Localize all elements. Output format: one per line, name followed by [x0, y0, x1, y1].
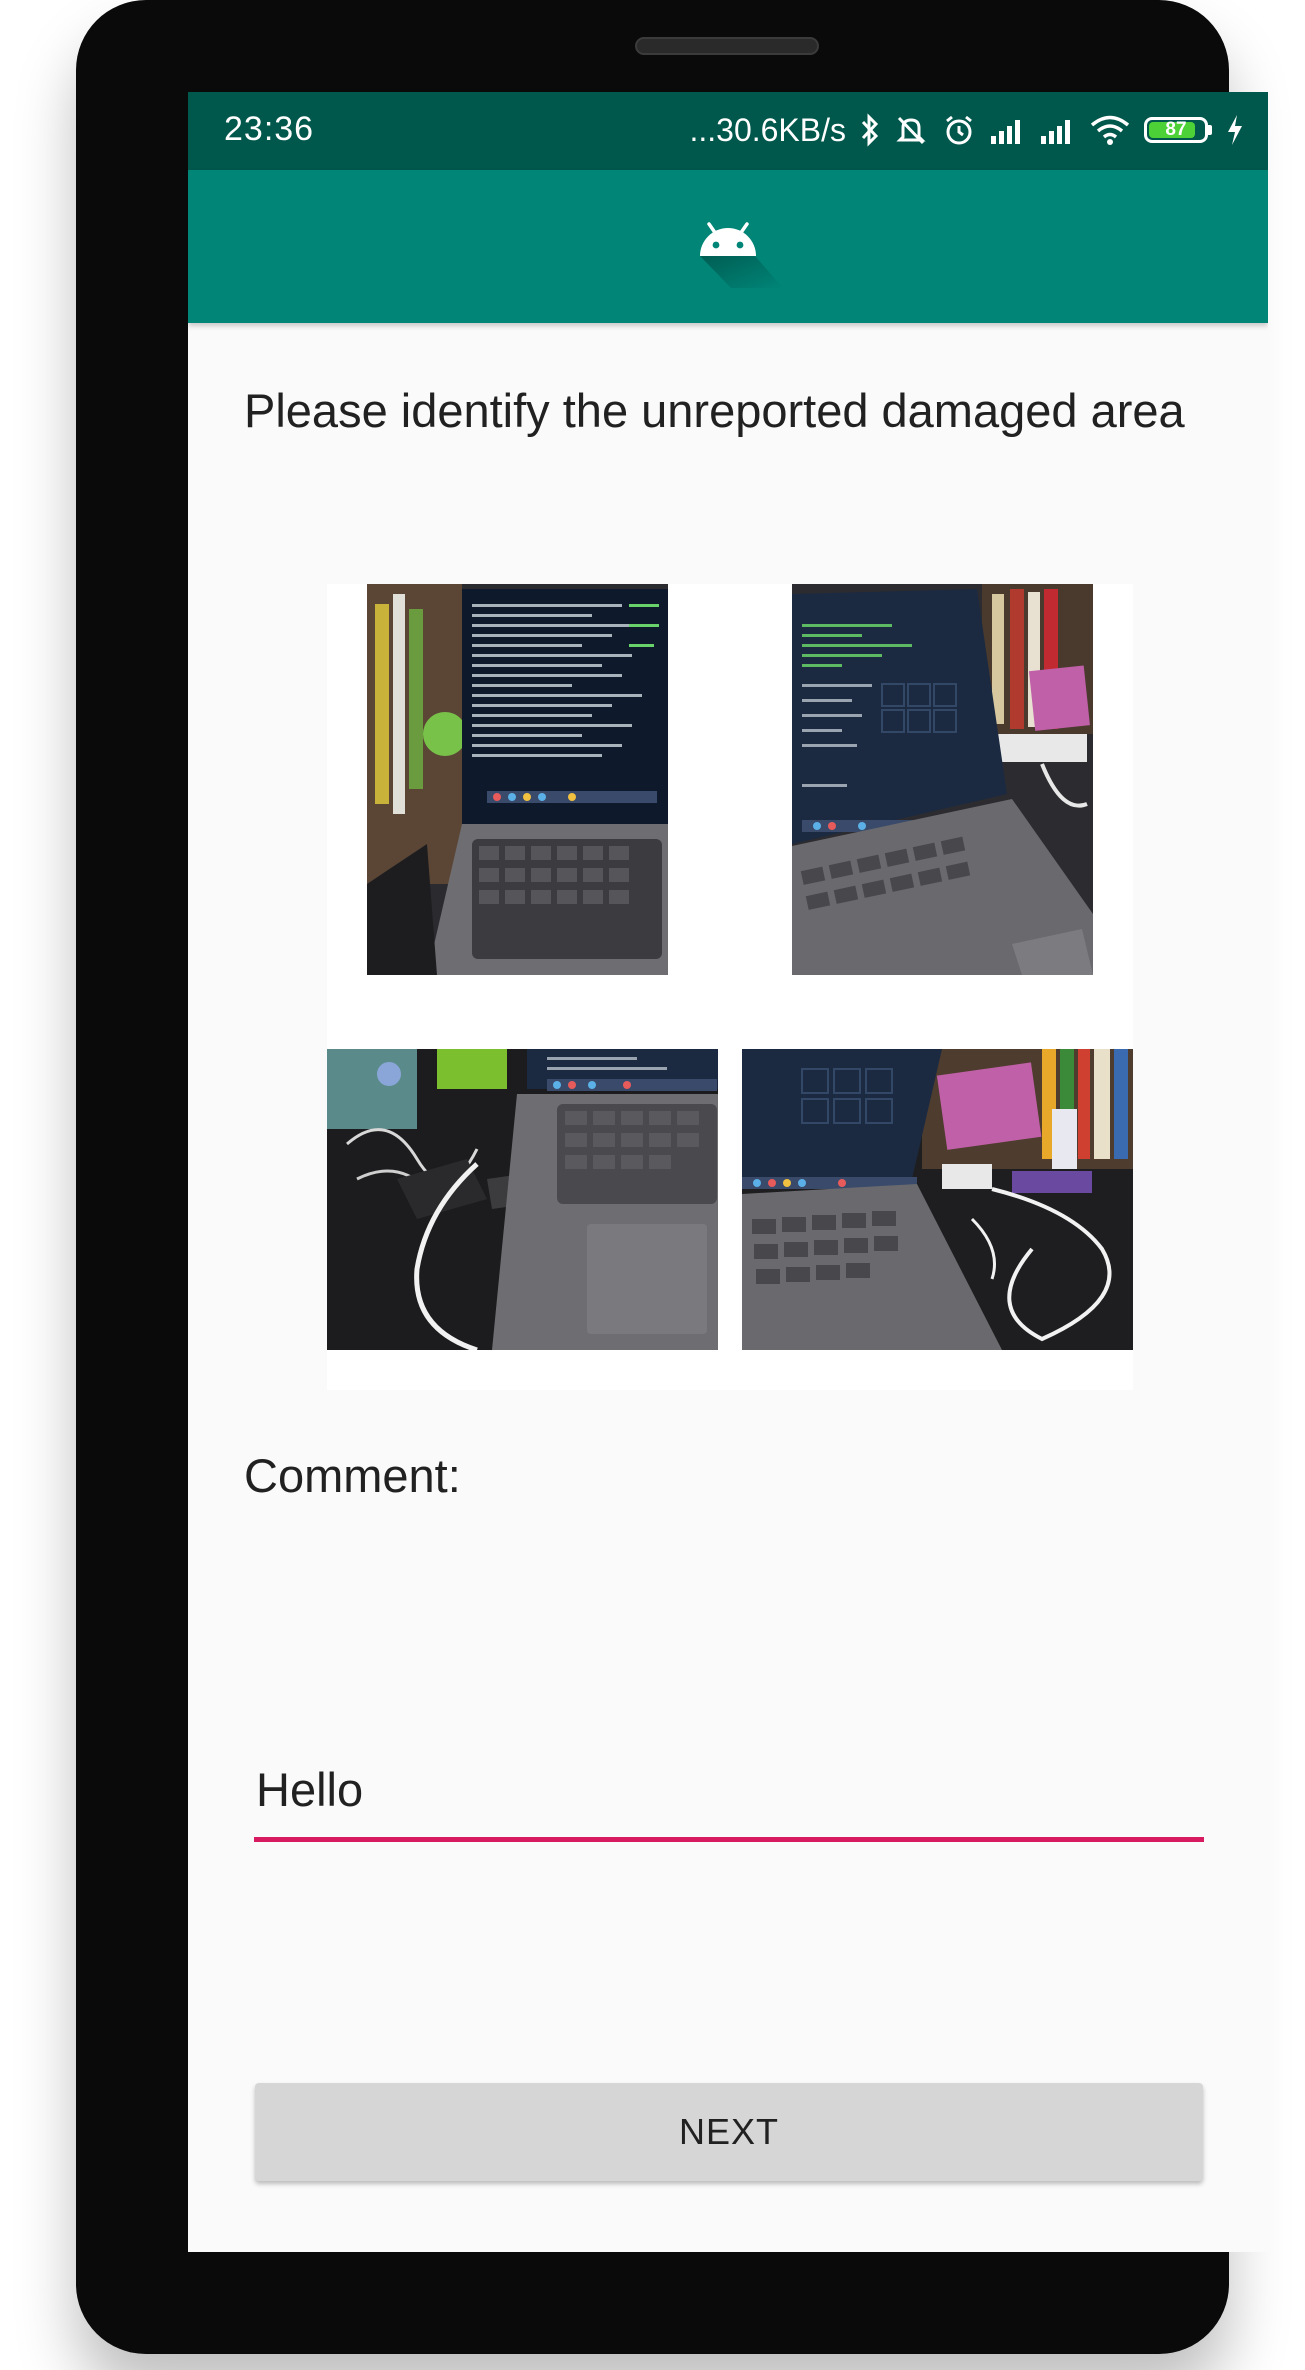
- photo-tile-1[interactable]: [367, 584, 668, 975]
- laptop-photo-1: [367, 584, 668, 975]
- screen: 23:36 ...30.6KB/s 87 Please identify the…: [188, 92, 1268, 2252]
- android-icon: [697, 218, 787, 303]
- battery-level: 87: [1165, 119, 1187, 140]
- laptop-photo-2: [792, 584, 1093, 975]
- mute-icon: [894, 113, 928, 147]
- alarm-icon: [942, 113, 976, 147]
- photo-tile-3[interactable]: [327, 1049, 718, 1350]
- wifi-icon: [1090, 114, 1130, 146]
- app-bar: [188, 170, 1268, 323]
- page-title: Please identify the unreported damaged a…: [244, 384, 1185, 437]
- comment-label: Comment:: [244, 1449, 461, 1502]
- phone-frame: 23:36 ...30.6KB/s 87 Please identify the…: [76, 0, 1268, 2354]
- comment-input[interactable]: [254, 1742, 1204, 1842]
- status-time: 23:36: [224, 110, 315, 148]
- charging-icon: [1226, 114, 1244, 146]
- speaker-grille: [635, 37, 819, 55]
- bluetooth-icon: [860, 113, 880, 147]
- photo-tile-2[interactable]: [792, 584, 1093, 975]
- status-icons: ...30.6KB/s 87: [689, 106, 1244, 154]
- signal-icon: [1040, 116, 1076, 144]
- laptop-photo-3: [327, 1049, 718, 1350]
- battery-icon: 87: [1144, 117, 1212, 143]
- photo-grid: [327, 584, 1133, 1390]
- laptop-photo-4: [742, 1049, 1133, 1350]
- signal-icon: [990, 116, 1026, 144]
- network-speed: ...30.6KB/s: [689, 111, 846, 148]
- status-bar: 23:36 ...30.6KB/s 87: [188, 92, 1268, 170]
- next-button[interactable]: NEXT: [255, 2083, 1203, 2181]
- photo-tile-4[interactable]: [742, 1049, 1133, 1350]
